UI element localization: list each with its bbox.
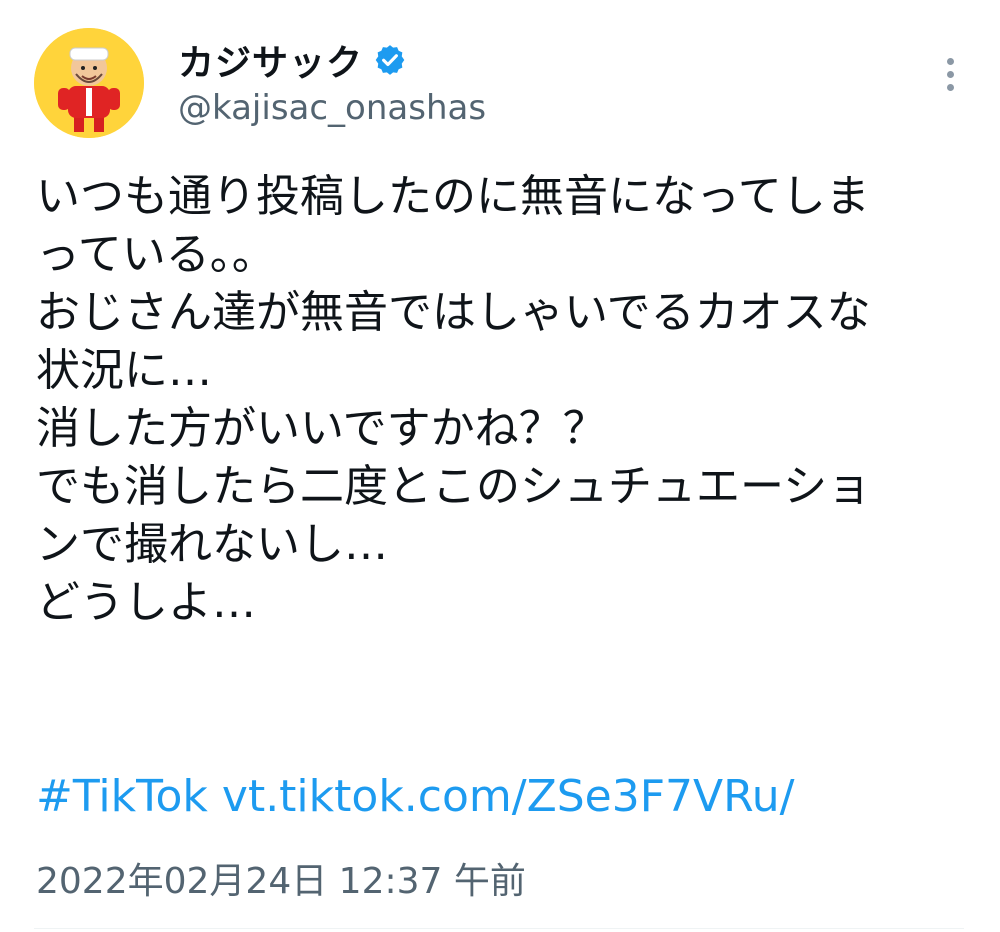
tweet-card: カジサック @kajisac_onashas いつも通り投稿したのに無音になって… (0, 0, 1000, 932)
display-name-row: カジサック (178, 36, 486, 84)
tweet-timestamp[interactable]: 2022年02月24日 12:37 午前 (36, 852, 526, 904)
more-options-icon[interactable] (936, 54, 964, 104)
author-names: カジサック @kajisac_onashas (178, 36, 486, 128)
tweet-header: カジサック @kajisac_onashas (34, 28, 964, 138)
divider (34, 928, 964, 929)
url-link[interactable]: vt.tiktok.com/ZSe3F7VRu/ (222, 771, 795, 822)
hashtag-link[interactable]: #TikTok (36, 771, 208, 822)
verified-badge-icon (373, 43, 407, 77)
cartoon-avatar-icon[interactable] (34, 28, 144, 138)
author-handle[interactable]: @kajisac_onashas (178, 88, 486, 128)
author-display-name[interactable]: カジサック (178, 34, 363, 86)
tweet-links: #TikTok vt.tiktok.com/ZSe3F7VRu/ (36, 768, 794, 826)
tweet-text: いつも通り投稿したのに無音になってしま っている。。 おじさん達が無音ではしゃい… (36, 171, 872, 628)
